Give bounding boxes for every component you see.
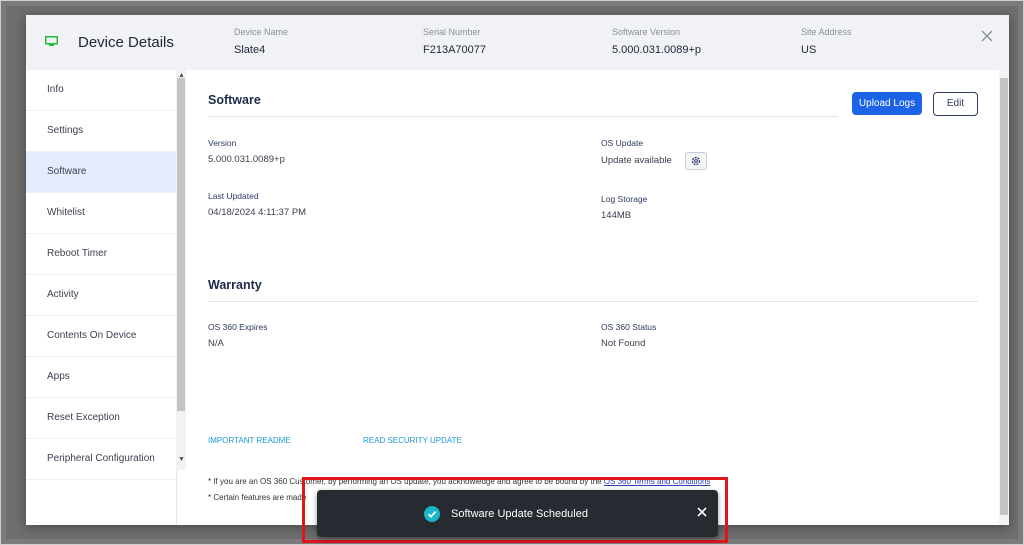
site-address-field: Site Address US bbox=[801, 27, 852, 56]
important-readme-link[interactable]: IMPORTANT README bbox=[208, 436, 291, 445]
read-security-update-link[interactable]: READ SECURITY UPDATE bbox=[363, 436, 462, 445]
gear-icon bbox=[691, 156, 701, 166]
os360-expires-value: N/A bbox=[208, 338, 224, 349]
version-label: Version bbox=[208, 138, 237, 148]
os-update-value: Update available bbox=[601, 155, 672, 166]
os360-status-label: OS 360 Status bbox=[601, 322, 657, 332]
software-divider bbox=[208, 116, 838, 117]
device-name-field: Device Name Slate4 bbox=[234, 27, 288, 56]
warranty-divider bbox=[208, 301, 978, 302]
footnote-features: * Certain features are made bbox=[208, 493, 307, 502]
serial-number-field: Serial Number F213A70077 bbox=[423, 27, 486, 56]
sidebar-scrollbar-thumb[interactable] bbox=[177, 78, 185, 411]
software-section-title: Software bbox=[208, 93, 261, 107]
close-modal-icon[interactable] bbox=[980, 29, 994, 43]
sidebar-item-software[interactable]: Software bbox=[26, 152, 176, 193]
last-updated-value: 04/18/2024 4:11:37 PM bbox=[208, 207, 307, 218]
device-details-modal: Device Details Device Name Slate4 Serial… bbox=[26, 15, 1009, 525]
sidebar-item-reset-exception[interactable]: Reset Exception bbox=[26, 398, 176, 439]
toast-close-icon[interactable] bbox=[695, 505, 709, 519]
log-storage-label: Log Storage bbox=[601, 194, 648, 204]
site-address-label: Site Address bbox=[801, 27, 852, 37]
software-version-label: Software Version bbox=[612, 27, 681, 37]
software-version-field: Software Version 5.000.031.0089+p bbox=[612, 27, 701, 56]
sidebar-item-reboot-timer[interactable]: Reboot Timer bbox=[26, 234, 176, 275]
success-check-icon bbox=[424, 506, 440, 522]
os-update-settings-button[interactable] bbox=[685, 152, 707, 170]
serial-number-label: Serial Number bbox=[423, 27, 481, 37]
sidebar-nav: Info Settings Software Whitelist Reboot … bbox=[26, 70, 177, 525]
last-updated-label: Last Updated bbox=[208, 191, 259, 201]
device-name-label: Device Name bbox=[234, 27, 289, 37]
os360-expires-label: OS 360 Expires bbox=[208, 322, 268, 332]
toast-message: Software Update Scheduled bbox=[451, 508, 588, 520]
sidebar-item-info[interactable]: Info bbox=[26, 70, 176, 111]
site-address-value: US bbox=[801, 44, 817, 56]
sidebar-item-settings[interactable]: Settings bbox=[26, 111, 176, 152]
sidebar-scroll-down-icon[interactable]: ▼ bbox=[178, 456, 185, 463]
toast-notification: Software Update Scheduled bbox=[317, 490, 718, 537]
content-scrollbar-thumb[interactable] bbox=[1000, 78, 1008, 515]
sidebar-item-whitelist[interactable]: Whitelist bbox=[26, 193, 176, 234]
sidebar-scroll-up-icon[interactable]: ▲ bbox=[178, 72, 185, 79]
monitor-icon bbox=[45, 36, 58, 46]
sidebar-item-apps[interactable]: Apps bbox=[26, 357, 176, 398]
serial-number-value: F213A70077 bbox=[423, 44, 486, 56]
warranty-section-title: Warranty bbox=[208, 278, 262, 292]
device-name-value: Slate4 bbox=[234, 44, 266, 56]
version-value: 5.000.031.0089+p bbox=[208, 154, 285, 165]
software-version-value: 5.000.031.0089+p bbox=[612, 44, 702, 56]
sidebar-item-activity[interactable]: Activity bbox=[26, 275, 176, 316]
edit-button[interactable]: Edit bbox=[933, 92, 978, 116]
os360-status-value: Not Found bbox=[601, 338, 646, 349]
os-update-label: OS Update bbox=[601, 138, 644, 148]
sidebar-item-contents-on-device[interactable]: Contents On Device bbox=[26, 316, 176, 357]
log-storage-value: 144MB bbox=[601, 210, 632, 221]
sidebar-item-peripheral-configuration[interactable]: Peripheral Configuration bbox=[26, 439, 176, 480]
upload-logs-button[interactable]: Upload Logs bbox=[852, 92, 922, 115]
modal-title: Device Details bbox=[78, 34, 174, 51]
modal-header: Device Details Device Name Slate4 Serial… bbox=[26, 15, 1009, 70]
